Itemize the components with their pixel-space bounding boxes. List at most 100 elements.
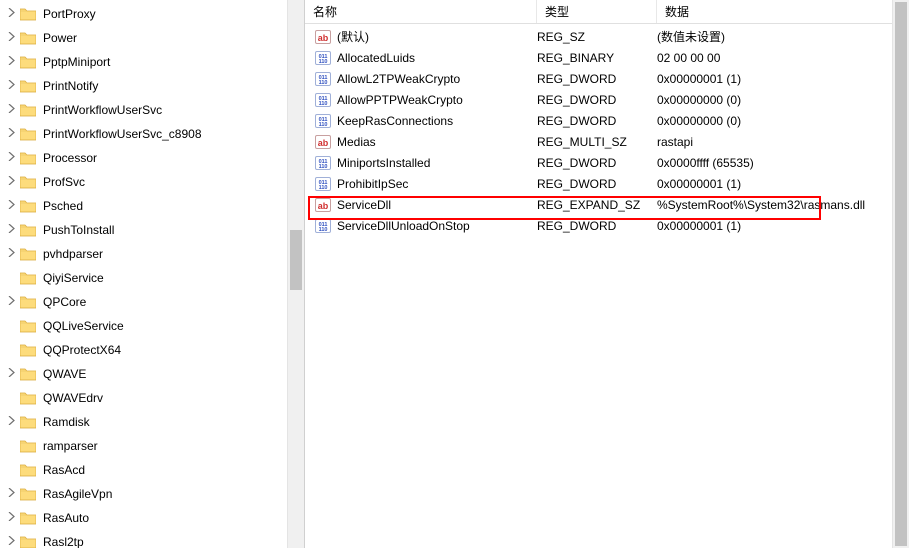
expand-icon[interactable] xyxy=(4,56,18,68)
tree-item-pptpminiport[interactable]: PptpMiniport xyxy=(2,50,304,74)
tree-item-processor[interactable]: Processor xyxy=(2,146,304,170)
header-type[interactable]: 类型 xyxy=(537,0,657,23)
value-row[interactable]: ServiceDllREG_EXPAND_SZ%SystemRoot%\Syst… xyxy=(305,194,909,215)
value-name: KeepRasConnections xyxy=(337,114,453,128)
tree-item-qiyiservice[interactable]: QiyiService xyxy=(2,266,304,290)
tree-pane[interactable]: PortProxyPower PptpMiniport PrintNotify Pri… xyxy=(0,0,305,548)
tree-item-profsvc[interactable]: ProfSvc xyxy=(2,170,304,194)
expand-icon[interactable] xyxy=(4,512,18,524)
value-row[interactable]: ProhibitIpSecREG_DWORD0x00000001 (1) xyxy=(305,173,909,194)
tree-item-label: QWAVEdrv xyxy=(40,390,106,406)
folder-icon xyxy=(20,391,36,405)
tree-item-label: QQProtectX64 xyxy=(40,342,124,358)
values-scrollbar[interactable] xyxy=(892,0,909,548)
value-name: AllowPPTPWeakCrypto xyxy=(337,93,463,107)
tree-item-qpcore[interactable]: QPCore xyxy=(2,290,304,314)
tree-item-label: Psched xyxy=(40,198,86,214)
values-header[interactable]: 名称 类型 数据 xyxy=(305,0,909,24)
tree-item-qqprotectx64[interactable]: QQProtectX64 xyxy=(2,338,304,362)
tree-item-rasacd[interactable]: RasAcd xyxy=(2,458,304,482)
tree-item-label: PptpMiniport xyxy=(40,54,113,70)
expand-icon[interactable] xyxy=(4,536,18,548)
tree-item-label: PrintNotify xyxy=(40,78,101,94)
folder-icon xyxy=(20,103,36,117)
value-row[interactable]: KeepRasConnections REG_DWORD0x00000000 (0… xyxy=(305,110,909,131)
tree-item-power[interactable]: Power xyxy=(2,26,304,50)
tree-item-label: ramparser xyxy=(40,438,101,454)
value-name: MiniportsInstalled xyxy=(337,156,430,170)
value-row[interactable]: ServiceDllUnloadOnStopREG_DWORD0x0000000… xyxy=(305,215,909,236)
string-value-icon xyxy=(315,197,331,213)
value-row[interactable]: AllowL2TPWeakCryptoREG_DWORD0x00000001 (… xyxy=(305,68,909,89)
value-data: 0x00000001 (1) xyxy=(657,219,909,233)
value-row[interactable]: AllowPPTPWeakCryptoREG_DWORD0x00000000 (… xyxy=(305,89,909,110)
tree-item-printworkflowusersvc[interactable]: PrintWorkflowUserSvc xyxy=(2,98,304,122)
tree-item-pvhdparser[interactable]: pvhdparser xyxy=(2,242,304,266)
expand-icon[interactable] xyxy=(4,416,18,428)
binary-value-icon xyxy=(315,113,331,129)
value-row[interactable]: MiniportsInstalledREG_DWORD0x0000ffff (6… xyxy=(305,152,909,173)
folder-icon xyxy=(20,319,36,333)
expand-icon[interactable] xyxy=(4,224,18,236)
value-data: 0x0000ffff (65535) xyxy=(657,156,909,170)
expand-icon[interactable] xyxy=(4,128,18,140)
tree-item-label: RasAcd xyxy=(40,462,88,478)
expand-icon[interactable] xyxy=(4,176,18,188)
tree-item-label: QWAVE xyxy=(40,366,89,382)
tree-item-rasauto[interactable]: RasAuto xyxy=(2,506,304,530)
tree-scroll-thumb[interactable] xyxy=(290,230,302,290)
value-data: %SystemRoot%\System32\rasmans.dll xyxy=(657,198,909,212)
value-data: 0x00000000 (0) xyxy=(657,114,909,128)
expand-icon[interactable] xyxy=(4,104,18,116)
tree-item-label: PrintWorkflowUserSvc_c8908 xyxy=(40,126,205,142)
value-data: (数值未设置) xyxy=(657,28,909,45)
folder-icon xyxy=(20,511,36,525)
tree-item-portproxy[interactable]: PortProxy xyxy=(2,2,304,26)
binary-value-icon xyxy=(315,71,331,87)
folder-icon xyxy=(20,295,36,309)
expand-icon[interactable] xyxy=(4,200,18,212)
expand-icon[interactable] xyxy=(4,152,18,164)
expand-icon[interactable] xyxy=(4,248,18,260)
tree-item-printworkflowusersvc_c8908[interactable]: PrintWorkflowUserSvc_c8908 xyxy=(2,122,304,146)
tree-item-printnotify[interactable]: PrintNotify xyxy=(2,74,304,98)
tree-scrollbar[interactable] xyxy=(287,0,304,548)
expand-icon[interactable] xyxy=(4,488,18,500)
value-row[interactable]: (默认)REG_SZ(数值未设置) xyxy=(305,26,909,47)
tree-item-qwavedrv[interactable]: QWAVEdrv xyxy=(2,386,304,410)
tree-item-rasagilevpn[interactable]: RasAgileVpn xyxy=(2,482,304,506)
tree-item-label: QiyiService xyxy=(40,270,107,286)
folder-icon xyxy=(20,535,36,548)
value-row[interactable]: MediasREG_MULTI_SZrastapi xyxy=(305,131,909,152)
tree-item-rasl2tp[interactable]: Rasl2tp xyxy=(2,530,304,548)
registry-tree[interactable]: PortProxyPower PptpMiniport PrintNotify Pri… xyxy=(0,0,304,548)
header-name[interactable]: 名称 xyxy=(305,0,537,23)
tree-item-psched[interactable]: Psched xyxy=(2,194,304,218)
values-pane: 名称 类型 数据 (默认)REG_SZ(数值未设置)AllocatedLuids… xyxy=(305,0,909,548)
tree-item-label: pvhdparser xyxy=(40,246,106,262)
tree-item-label: Processor xyxy=(40,150,100,166)
value-type: REG_DWORD xyxy=(537,114,657,128)
expand-icon[interactable] xyxy=(4,80,18,92)
binary-value-icon xyxy=(315,176,331,192)
tree-item-label: PushToInstall xyxy=(40,222,117,238)
value-data: 0x00000000 (0) xyxy=(657,93,909,107)
expand-icon[interactable] xyxy=(4,32,18,44)
tree-item-label: QQLiveService xyxy=(40,318,127,334)
tree-item-ramparser[interactable]: ramparser xyxy=(2,434,304,458)
tree-item-qqliveservice[interactable]: QQLiveService xyxy=(2,314,304,338)
tree-item-pushtoinstall[interactable]: PushToInstall xyxy=(2,218,304,242)
expand-icon[interactable] xyxy=(4,8,18,20)
expand-icon[interactable] xyxy=(4,368,18,380)
folder-icon xyxy=(20,127,36,141)
values-scroll-thumb[interactable] xyxy=(895,2,907,546)
binary-value-icon xyxy=(315,155,331,171)
header-data[interactable]: 数据 xyxy=(657,0,909,23)
value-name: AllocatedLuids xyxy=(337,51,415,65)
value-type: REG_DWORD xyxy=(537,219,657,233)
tree-item-qwave[interactable]: QWAVE xyxy=(2,362,304,386)
tree-item-ramdisk[interactable]: Ramdisk xyxy=(2,410,304,434)
expand-icon[interactable] xyxy=(4,296,18,308)
value-row[interactable]: AllocatedLuidsREG_BINARY02 00 00 00 xyxy=(305,47,909,68)
values-list[interactable]: (默认)REG_SZ(数值未设置)AllocatedLuidsREG_BINAR… xyxy=(305,24,909,238)
